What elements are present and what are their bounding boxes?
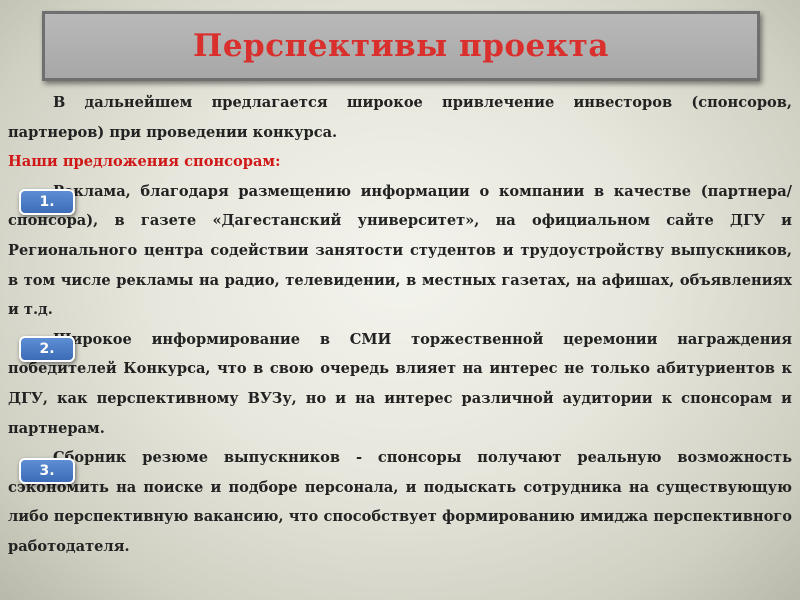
slide-title: Перспективы проекта: [193, 28, 609, 64]
sponsor-offers-heading: Наши предложения спонсорам:: [8, 153, 281, 171]
slide-body: В дальнейшем предлагается широкое привле…: [8, 88, 792, 562]
offer-item-3-text: Сборник резюме выпускников - спонсоры по…: [8, 449, 792, 555]
intro-paragraph: В дальнейшем предлагается широкое привле…: [8, 94, 792, 141]
offer-number-badge-3: 3.: [19, 458, 75, 484]
title-banner: Перспективы проекта: [42, 11, 760, 81]
offer-number-badge-2: 2.: [19, 336, 75, 362]
offer-number-badge-1: 1.: [19, 189, 75, 215]
offer-item-1-text: Реклама, благодаря размещению информации…: [8, 182, 792, 319]
offer-item-2-text: Широкое информирование в СМИ торжественн…: [8, 330, 792, 437]
